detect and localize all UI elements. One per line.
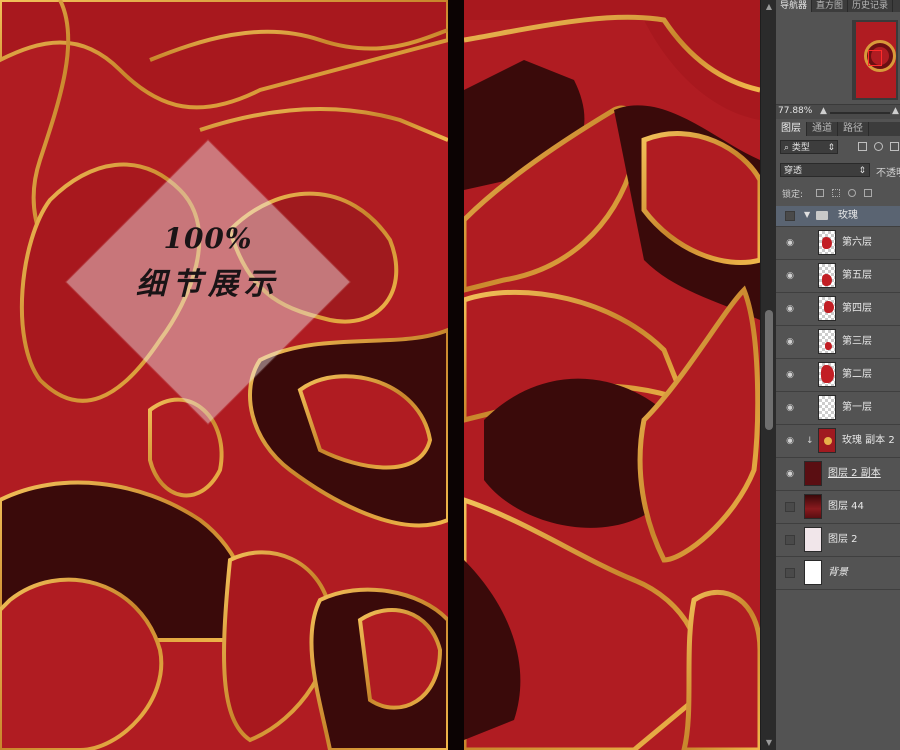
layer-thumbnail [804,560,822,585]
layer-thumbnail [818,395,836,420]
layer-name: 图层 2 [828,534,858,545]
lock-all-icon[interactable] [864,189,872,197]
eye-icon[interactable]: ◉ [784,237,796,249]
layer-name: 第一层 [842,402,872,413]
navigator-thumbnail[interactable] [852,20,898,100]
zoom-in-icon[interactable]: ▲ [892,106,899,116]
zoom-value[interactable]: 77.88% [778,106,812,116]
layer-row[interactable]: 背景 [776,557,900,590]
opacity-label: 不透明 [876,168,900,179]
layer-filter-row: ⌕ 类型 ⇕ [780,140,900,154]
tab-history[interactable]: 历史记录 [848,0,894,12]
eye-icon[interactable]: ◉ [784,468,796,480]
layer-row[interactable]: 图层 44 [776,491,900,524]
visibility-toggle[interactable] [785,535,795,545]
zoom-row: 77.88% ▲ ▲ [776,104,900,119]
layer-group-rose[interactable]: ▼ 玫瑰 [776,206,900,227]
tab-navigator[interactable]: 导航器 [776,0,813,12]
layer-thumbnail [818,362,836,387]
zoom-out-icon[interactable]: ▲ [820,106,827,116]
layer-row[interactable]: ◉ 图层 2 副本 [776,458,900,491]
layer-name: 第四层 [842,303,872,314]
lock-position-icon[interactable] [848,189,856,197]
layer-row[interactable]: ◉ 第四层 [776,293,900,326]
search-icon: ⌕ [784,143,790,153]
tab-paths[interactable]: 路径 [838,122,869,136]
canvas-detail-left[interactable]: 100% 细节展示 [0,0,448,750]
eye-icon[interactable]: ◉ [784,336,796,348]
tab-layers[interactable]: 图层 [776,122,807,136]
visibility-toggle[interactable] [785,568,795,578]
scroll-up-icon[interactable]: ▲ [761,0,777,14]
tab-channels[interactable]: 通道 [807,122,838,136]
watermark-caption: 细节展示 [136,267,280,302]
layer-name: 第六层 [842,237,872,248]
photoshop-panel: 导航器 直方图 历史记录 77.88% ▲ ▲ 图层 通道 路径 ⌕ 类型 ⇕ … [776,0,900,750]
layer-thumbnail [804,494,822,519]
scrollbar-thumb[interactable] [765,310,773,430]
layer-name: 玫瑰 [838,210,858,221]
eye-icon[interactable]: ◉ [784,402,796,414]
layer-name: 背景 [828,567,848,578]
lock-row: 锁定: [780,186,900,200]
eye-icon[interactable]: ◉ [784,369,796,381]
layer-name: 图层 2 副本 [828,468,881,479]
lock-label: 锁定: [782,190,804,200]
layer-row[interactable]: 图层 2 [776,524,900,557]
layer-name: 第三层 [842,336,872,347]
chevron-updown-icon: ⇕ [858,166,866,176]
layer-thumbnail [818,428,836,453]
layer-row[interactable]: ◉ 第六层 [776,227,900,260]
layer-row[interactable]: ◉ 第一层 [776,392,900,425]
layer-name: 第五层 [842,270,872,281]
eye-icon[interactable]: ◉ [784,303,796,315]
navigator-tabbar: 导航器 直方图 历史记录 [776,0,900,12]
visibility-toggle[interactable] [785,211,795,221]
clip-arrow-icon: ↓ [806,436,814,446]
blend-mode-label: 穿透 [784,166,803,176]
layers-tabbar: 图层 通道 路径 [776,122,900,136]
layers-list: ▼ 玫瑰 ◉ 第六层 ◉ 第五层 ◉ 第四层 ◉ 第三层 ◉ 第二层 ◉ 第一层… [776,206,900,590]
rose-artwork-right [464,0,760,750]
canvas-divider [448,0,464,750]
layer-thumbnail [818,329,836,354]
lock-transparent-icon[interactable] [816,189,824,197]
filter-type-icon[interactable] [890,142,899,151]
layer-thumbnail [804,461,822,486]
watermark-zoom-text: 100% [163,222,253,255]
layer-row[interactable]: ◉ 第三层 [776,326,900,359]
filter-kind-label: 类型 [791,143,810,153]
layer-row[interactable]: ◉ 第五层 [776,260,900,293]
canvas-scrollbar[interactable]: ▲ ▼ [760,0,777,750]
navigator-view-box[interactable] [868,50,882,66]
layer-thumbnail [818,296,836,321]
filter-adjustment-icon[interactable] [874,142,883,151]
filter-kind-select[interactable]: ⌕ 类型 ⇕ [780,140,838,154]
lock-image-icon[interactable] [832,189,840,197]
layer-name: 第二层 [842,369,872,380]
layer-row[interactable]: ◉ ↓ 玫瑰 副本 2 [776,425,900,458]
visibility-toggle[interactable] [785,502,795,512]
disclosure-triangle-icon[interactable]: ▼ [804,210,810,219]
blend-mode-select[interactable]: 穿透 ⇕ [780,163,870,177]
eye-icon[interactable]: ◉ [784,435,796,447]
tab-histogram[interactable]: 直方图 [812,0,849,12]
filter-pixel-icon[interactable] [858,142,867,151]
zoom-slider[interactable] [830,112,890,114]
scroll-down-icon[interactable]: ▼ [761,736,777,750]
layer-thumbnail [804,527,822,552]
layer-name: 玫瑰 副本 2 [842,435,895,446]
canvas-detail-right[interactable] [464,0,760,750]
eye-icon[interactable]: ◉ [784,270,796,282]
detail-watermark: 100% 细节展示 [66,140,350,424]
layer-thumbnail [818,230,836,255]
layer-name: 图层 44 [828,501,864,512]
layer-thumbnail [818,263,836,288]
blend-row: 穿透 ⇕ 不透明 [780,162,900,179]
chevron-updown-icon: ⇕ [827,143,835,153]
layer-row[interactable]: ◉ 第二层 [776,359,900,392]
folder-icon [816,211,828,220]
